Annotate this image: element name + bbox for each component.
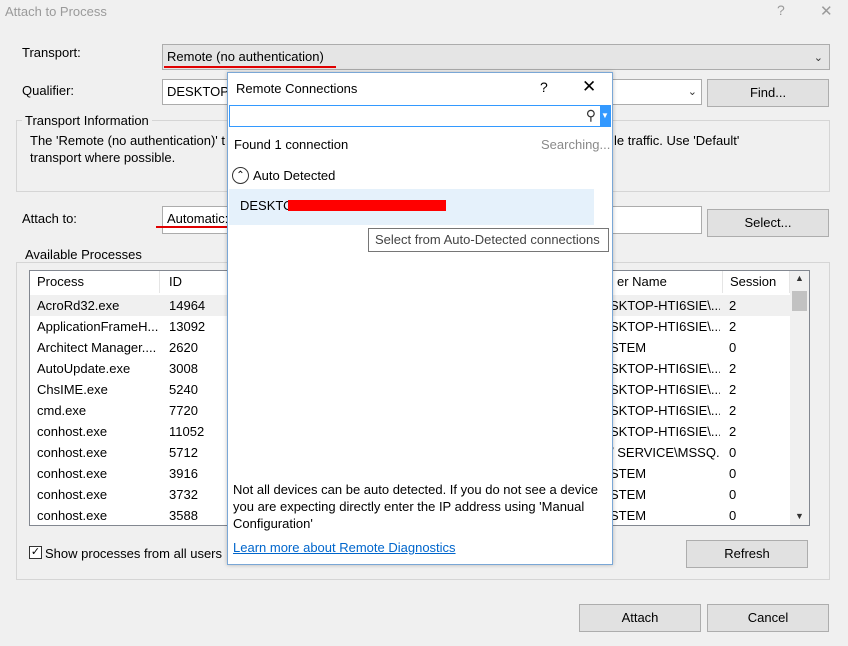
- cell-session: 2: [729, 361, 737, 376]
- find-button[interactable]: Find...: [707, 79, 829, 107]
- column-header-id[interactable]: ID: [162, 271, 232, 293]
- attach-to-label: Attach to:: [22, 211, 77, 226]
- transport-label: Transport:: [22, 45, 81, 60]
- show-all-users-label: Show processes from all users: [45, 546, 223, 561]
- transport-info-text-right: le traffic. Use 'Default': [614, 133, 740, 148]
- auto-detected-header[interactable]: Auto Detected: [253, 168, 335, 183]
- close-icon[interactable]: ✕: [582, 77, 596, 97]
- cell-process: conhost.exe: [37, 508, 108, 523]
- transport-value: Remote (no authentication): [167, 49, 324, 64]
- cell-session: 2: [729, 424, 737, 439]
- cell-process: conhost.exe: [37, 466, 108, 481]
- cell-session: 0: [729, 340, 737, 355]
- help-icon[interactable]: ?: [540, 79, 548, 95]
- qualifier-value: DESKTOP-: [167, 84, 234, 99]
- chevron-down-icon: ⌄: [813, 52, 823, 64]
- cell-user-name: STEM: [610, 340, 647, 355]
- cell-id: 5240: [169, 382, 198, 397]
- attach-to-value: Automatic:: [167, 211, 229, 226]
- cell-process: Architect Manager....: [37, 340, 157, 355]
- cell-id: 3008: [169, 361, 198, 376]
- help-icon[interactable]: ?: [777, 2, 785, 18]
- connection-search-box[interactable]: ⚲ ▼: [229, 105, 611, 127]
- cell-id: 7720: [169, 403, 198, 418]
- cell-process: cmd.exe: [37, 403, 87, 418]
- show-all-users-checkbox[interactable]: ✓: [29, 546, 42, 559]
- learn-more-link[interactable]: Learn more about Remote Diagnostics: [233, 540, 456, 555]
- transport-info-text: The 'Remote (no authentication)' t: [30, 133, 226, 148]
- cell-user-name: SKTOP-HTI6SIE\...: [610, 319, 720, 334]
- auto-detect-note: Not all devices can be auto detected. If…: [233, 482, 598, 531]
- qualifier-label: Qualifier:: [22, 83, 75, 98]
- search-icon[interactable]: ⚲: [586, 107, 596, 124]
- found-count: Found 1 connection: [234, 137, 349, 152]
- column-header-process[interactable]: Process: [30, 271, 160, 293]
- connection-name[interactable]: DESKTO: [240, 198, 293, 213]
- cell-process: ApplicationFrameH...: [37, 319, 159, 334]
- collapse-icon[interactable]: ⌃: [232, 167, 249, 184]
- cell-user-name: SKTOP-HTI6SIE\...: [610, 424, 720, 439]
- column-header-user-name[interactable]: er Name: [610, 271, 723, 293]
- remote-connections-popup: Remote Connections ? ✕ ⚲ ▼ Found 1 conne…: [227, 72, 613, 565]
- scrollbar-thumb[interactable]: [792, 291, 807, 311]
- cell-user-name: STEM: [610, 487, 647, 502]
- cell-id: 13092: [169, 319, 206, 334]
- cell-user-name: / SERVICE\MSSQ...: [610, 445, 720, 460]
- scroll-up-icon[interactable]: ▲: [795, 273, 804, 283]
- cell-id: 5712: [169, 445, 198, 460]
- close-icon[interactable]: ✕: [820, 2, 833, 20]
- connection-search-input[interactable]: [233, 107, 573, 125]
- cell-session: 2: [729, 382, 737, 397]
- popup-title: Remote Connections: [236, 81, 358, 96]
- cell-user-name: SKTOP-HTI6SIE\...: [610, 298, 720, 313]
- cell-user-name: STEM: [610, 466, 647, 481]
- cell-process: conhost.exe: [37, 445, 108, 460]
- cell-process: AcroRd32.exe: [37, 298, 120, 313]
- cell-process: conhost.exe: [37, 487, 108, 502]
- attach-button[interactable]: Attach: [579, 604, 701, 632]
- cell-session: 0: [729, 445, 737, 460]
- select-button[interactable]: Select...: [707, 209, 829, 237]
- refresh-button[interactable]: Refresh: [686, 540, 808, 568]
- cancel-button[interactable]: Cancel: [707, 604, 829, 632]
- cell-user-name: SKTOP-HTI6SIE\...: [610, 403, 720, 418]
- annotation-underline: [156, 226, 230, 228]
- transport-info-text-2: transport where possible.: [30, 150, 176, 165]
- cell-user-name: STEM: [610, 508, 647, 523]
- dropdown-arrow-icon[interactable]: ▼: [600, 106, 610, 126]
- tooltip: Select from Auto-Detected connections: [368, 228, 609, 252]
- available-processes-title: Available Processes: [22, 247, 145, 262]
- cell-session: 0: [729, 508, 737, 523]
- scroll-down-icon[interactable]: ▼: [795, 511, 804, 521]
- transport-info-title: Transport Information: [22, 113, 152, 128]
- cell-process: conhost.exe: [37, 424, 108, 439]
- window-title: Attach to Process: [5, 4, 107, 19]
- annotation-underline: [164, 66, 336, 68]
- cell-id: 14964: [169, 298, 206, 313]
- cell-process: ChsIME.exe: [37, 382, 108, 397]
- cell-session: 0: [729, 466, 737, 481]
- cell-user-name: SKTOP-HTI6SIE\...: [610, 361, 720, 376]
- cell-id: 3588: [169, 508, 198, 523]
- chevron-down-icon: ⌄: [687, 86, 697, 98]
- cell-session: 2: [729, 298, 737, 313]
- cell-user-name: SKTOP-HTI6SIE\...: [610, 382, 720, 397]
- cell-id: 3732: [169, 487, 198, 502]
- cell-session: 2: [729, 319, 737, 334]
- cell-id: 3916: [169, 466, 198, 481]
- redaction-bar: [288, 200, 446, 211]
- cell-session: 2: [729, 403, 737, 418]
- column-header-session[interactable]: Session: [723, 271, 790, 293]
- searching-status: Searching...: [541, 137, 611, 152]
- cell-id: 11052: [169, 424, 205, 439]
- cell-process: AutoUpdate.exe: [37, 361, 131, 376]
- cell-id: 2620: [169, 340, 198, 355]
- cell-session: 0: [729, 487, 737, 502]
- vertical-scrollbar[interactable]: ▲ ▼: [790, 271, 809, 525]
